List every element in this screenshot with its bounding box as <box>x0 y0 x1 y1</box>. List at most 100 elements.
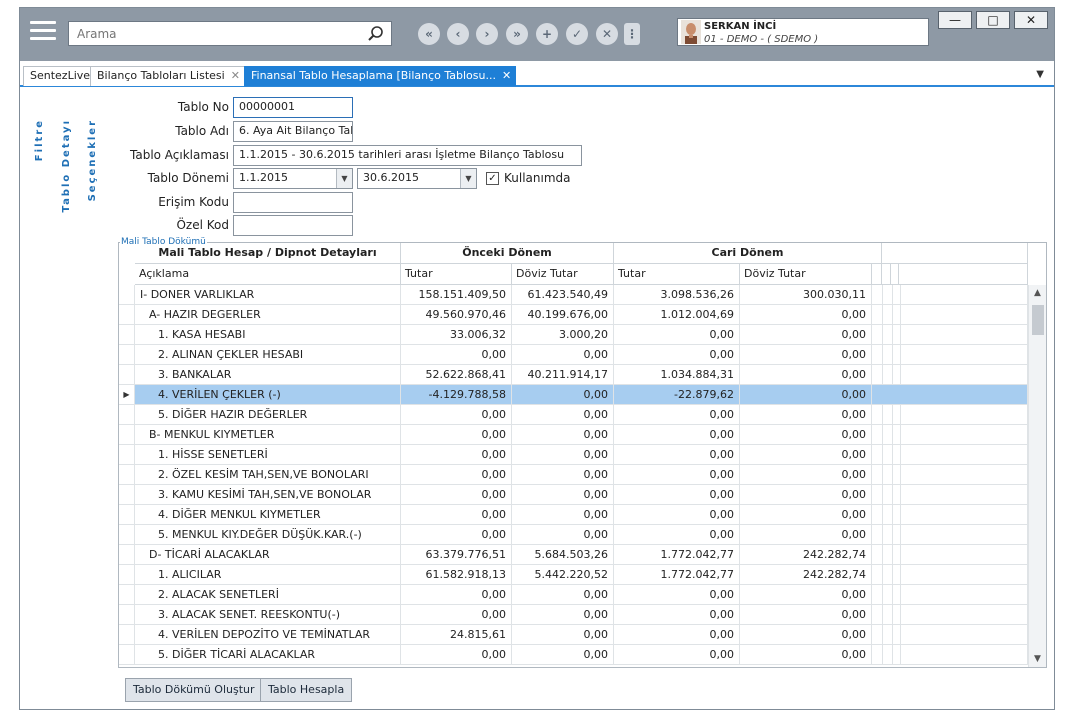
chevron-down-icon[interactable]: ▼ <box>336 169 352 188</box>
special-code-field[interactable] <box>233 215 353 236</box>
period-start-select[interactable]: 1.1.2015 ▼ <box>233 168 353 189</box>
table-cell[interactable]: 1. ALICILAR <box>135 565 401 585</box>
save-check-icon[interactable]: ✓ <box>566 23 588 45</box>
table-cell[interactable]: 0,00 <box>740 585 872 605</box>
table-cell[interactable]: 61.582.918,13 <box>401 565 512 585</box>
table-cell[interactable]: 0,00 <box>401 345 512 365</box>
first-record-icon[interactable]: « <box>418 23 440 45</box>
close-icon[interactable]: ✕ <box>502 69 511 82</box>
row-indicator[interactable] <box>119 465 135 485</box>
table-cell[interactable]: 5. DİĞER HAZIR DEĞERLER <box>135 405 401 425</box>
table-cell[interactable]: 33.006,32 <box>401 325 512 345</box>
user-panel[interactable]: SERKAN İNCİ 01 - DEMO - ( SDEMO ) <box>677 18 929 46</box>
table-cell[interactable]: 1.772.042,77 <box>614 565 740 585</box>
row-indicator[interactable] <box>119 345 135 365</box>
table-cell[interactable]: 0,00 <box>740 445 872 465</box>
table-cell[interactable]: 1. HİSSE SENETLERİ <box>135 445 401 465</box>
next-record-icon[interactable]: › <box>476 23 498 45</box>
table-cell[interactable]: 0,00 <box>512 605 614 625</box>
tab-balance-sheet-list[interactable]: Bilanço Tabloları Listesi ✕ <box>90 66 247 86</box>
column-header-curr-fx[interactable]: Döviz Tutar <box>740 264 872 285</box>
table-cell[interactable]: A- HAZIR DEGERLER <box>135 305 401 325</box>
add-record-icon[interactable]: + <box>536 23 558 45</box>
table-cell[interactable]: 1. KASA HESABI <box>135 325 401 345</box>
table-cell[interactable]: 3. KAMU KESİMİ TAH,SEN,VE BONOLAR <box>135 485 401 505</box>
generate-table-button[interactable]: Tablo Dökümü Oluştur <box>125 678 263 702</box>
table-cell[interactable]: 2. ALACAK SENETLERİ <box>135 585 401 605</box>
table-no-field[interactable]: 00000001 <box>233 97 353 118</box>
table-cell[interactable]: 0,00 <box>740 425 872 445</box>
table-cell[interactable]: 0,00 <box>614 445 740 465</box>
maximize-button[interactable]: □ <box>976 11 1010 29</box>
side-tab-filter[interactable]: Filtre <box>34 119 45 161</box>
column-header-prev-amount[interactable]: Tutar <box>401 264 512 285</box>
table-cell[interactable]: 40.199.676,00 <box>512 305 614 325</box>
access-code-field[interactable] <box>233 192 353 213</box>
table-cell[interactable]: 0,00 <box>512 445 614 465</box>
table-cell[interactable]: 1.772.042,77 <box>614 545 740 565</box>
table-cell[interactable]: 0,00 <box>740 365 872 385</box>
row-indicator[interactable] <box>119 605 135 625</box>
table-cell[interactable]: 2. ÖZEL KESİM TAH,SEN,VE BONOLARI <box>135 465 401 485</box>
row-indicator[interactable] <box>119 445 135 465</box>
table-cell[interactable]: 0,00 <box>401 505 512 525</box>
last-record-icon[interactable]: » <box>506 23 528 45</box>
table-cell[interactable]: 3. ALACAK SENET. REESKONTU(-) <box>135 605 401 625</box>
table-name-field[interactable]: 6. Aya Ait Bilanço Tab <box>233 121 353 142</box>
row-indicator[interactable] <box>119 425 135 445</box>
table-cell[interactable]: 0,00 <box>614 325 740 345</box>
table-cell[interactable]: 0,00 <box>401 465 512 485</box>
table-cell[interactable]: 52.622.868,41 <box>401 365 512 385</box>
table-cell[interactable]: 0,00 <box>512 425 614 445</box>
table-cell[interactable]: 242.282,74 <box>740 565 872 585</box>
more-options-icon[interactable]: ⋮ <box>624 23 640 45</box>
row-indicator[interactable] <box>119 545 135 565</box>
table-cell[interactable]: 0,00 <box>614 485 740 505</box>
table-cell[interactable]: -4.129.788,58 <box>401 385 512 405</box>
table-cell[interactable]: 0,00 <box>740 485 872 505</box>
table-cell[interactable]: 4. VERİLEN DEPOZİTO VE TEMİNATLAR <box>135 625 401 645</box>
tab-financial-table-calc[interactable]: Finansal Tablo Hesaplama [Bilanço Tablos… <box>244 66 516 86</box>
column-header-description[interactable]: Açıklama <box>135 264 401 285</box>
table-cell[interactable]: 0,00 <box>614 425 740 445</box>
search-input[interactable] <box>75 23 365 44</box>
table-cell[interactable]: 0,00 <box>614 605 740 625</box>
row-indicator[interactable] <box>119 485 135 505</box>
table-cell[interactable]: 0,00 <box>614 585 740 605</box>
table-cell[interactable]: 0,00 <box>512 625 614 645</box>
table-cell[interactable]: 0,00 <box>740 325 872 345</box>
row-indicator[interactable] <box>119 285 135 305</box>
table-cell[interactable]: 242.282,74 <box>740 545 872 565</box>
table-cell[interactable]: 5.442.220,52 <box>512 565 614 585</box>
tab-list-dropdown-icon[interactable]: ▼ <box>1036 69 1044 80</box>
table-cell[interactable]: 3.000,20 <box>512 325 614 345</box>
table-cell[interactable]: 0,00 <box>740 525 872 545</box>
table-cell[interactable]: 0,00 <box>512 465 614 485</box>
row-indicator[interactable] <box>119 365 135 385</box>
close-window-button[interactable]: ✕ <box>1014 11 1048 29</box>
table-cell[interactable]: 0,00 <box>614 345 740 365</box>
table-cell[interactable]: 0,00 <box>401 445 512 465</box>
row-indicator[interactable]: ▶ <box>119 385 135 405</box>
search-icon[interactable] <box>367 25 385 43</box>
row-indicator[interactable] <box>119 625 135 645</box>
table-cell[interactable]: 158.151.409,50 <box>401 285 512 305</box>
table-cell[interactable]: 1.034.884,31 <box>614 365 740 385</box>
main-menu-icon[interactable] <box>30 21 56 45</box>
table-cell[interactable]: 40.211.914,17 <box>512 365 614 385</box>
table-cell[interactable]: 0,00 <box>401 405 512 425</box>
table-cell[interactable]: 0,00 <box>512 525 614 545</box>
table-cell[interactable]: 3.098.536,26 <box>614 285 740 305</box>
grid-vertical-scrollbar[interactable]: ▲ ▼ <box>1028 285 1046 667</box>
table-cell[interactable]: 61.423.540,49 <box>512 285 614 305</box>
row-indicator[interactable] <box>119 405 135 425</box>
table-cell[interactable]: 0,00 <box>401 585 512 605</box>
side-tab-options[interactable]: Seçenekler <box>87 119 98 201</box>
table-cell[interactable]: 0,00 <box>512 385 614 405</box>
table-cell[interactable]: 0,00 <box>512 405 614 425</box>
table-cell[interactable]: 0,00 <box>512 345 614 365</box>
table-cell[interactable]: 0,00 <box>740 345 872 365</box>
table-cell[interactable]: 0,00 <box>740 465 872 485</box>
table-cell[interactable]: 0,00 <box>740 385 872 405</box>
row-indicator[interactable] <box>119 305 135 325</box>
